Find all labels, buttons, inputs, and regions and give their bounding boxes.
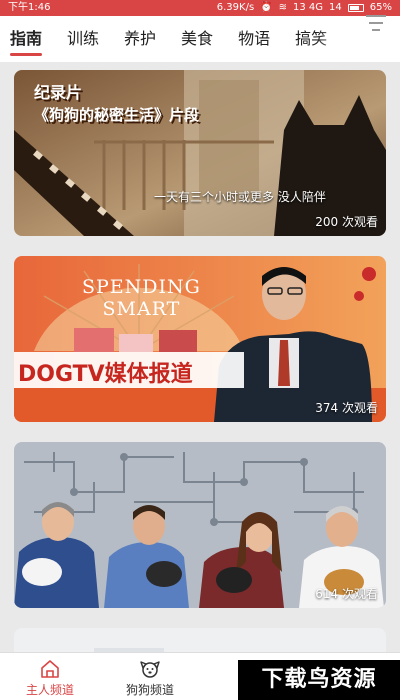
signal-strength: 14 bbox=[329, 2, 342, 13]
video-thumbnail-people-dogs bbox=[14, 442, 386, 608]
documentary-caption-line1: 纪录片 bbox=[34, 83, 83, 102]
dog-face-icon bbox=[140, 661, 160, 678]
tab-care[interactable]: 养护 bbox=[124, 16, 156, 62]
filter-menu-icon[interactable] bbox=[364, 12, 388, 34]
view-count: 374 次观看 bbox=[315, 401, 378, 415]
wifi-icon: ≋ bbox=[278, 2, 288, 13]
home-icon bbox=[41, 660, 59, 678]
tab-training[interactable]: 训练 bbox=[67, 16, 99, 62]
nav-label-dog: 狗狗频道 bbox=[125, 683, 174, 697]
video-card-people-dogs[interactable]: 614 次观看 bbox=[14, 442, 386, 608]
network-signal: 13 4G bbox=[293, 2, 324, 13]
alarm-icon: ⏰ bbox=[260, 2, 273, 13]
video-card-documentary[interactable]: 纪录片 《狗狗的秘密生活》片段 一天有三个小时或更多 没人陪伴 200 次观看 bbox=[14, 70, 386, 236]
spending-smart-banner: SPENDING SMART bbox=[82, 276, 201, 320]
view-count: 200 次观看 bbox=[315, 215, 378, 229]
video-subtitle: 一天有三个小时或更多 没人陪伴 bbox=[154, 190, 326, 204]
video-card-dogtv[interactable]: SPENDING SMART DOGTV媒体报道 374 次观看 bbox=[14, 256, 386, 422]
video-card-partial[interactable] bbox=[14, 628, 386, 652]
banner-line1: SPENDING bbox=[82, 276, 201, 298]
banner-line2: SMART bbox=[102, 298, 181, 320]
view-count: 614 次观看 bbox=[315, 587, 378, 601]
nav-dog-channel[interactable]: 狗狗频道 bbox=[100, 653, 200, 700]
watermark-overlay: 下载鸟资源 bbox=[238, 660, 400, 700]
documentary-caption-line2: 《狗狗的秘密生活》片段 bbox=[34, 106, 200, 124]
tab-stories[interactable]: 物语 bbox=[238, 16, 270, 62]
status-time: 下午1:46 bbox=[8, 2, 51, 13]
status-bar: 下午1:46 6.39K/s ⏰ ≋ 13 4G 14 65% bbox=[0, 0, 400, 16]
documentary-caption: 纪录片 《狗狗的秘密生活》片段 bbox=[34, 82, 199, 126]
program-title: DOGTV媒体报道 bbox=[18, 362, 193, 387]
nav-label-owner: 主人频道 bbox=[25, 683, 74, 697]
tab-guide[interactable]: 指南 bbox=[10, 16, 43, 62]
app-root: 下午1:46 6.39K/s ⏰ ≋ 13 4G 14 65% 指南 训练 养护… bbox=[0, 0, 400, 700]
nav-owner-channel[interactable]: 主人频道 bbox=[0, 653, 100, 700]
video-thumbnail-partial bbox=[14, 628, 386, 652]
tab-funny[interactable]: 搞笑 bbox=[295, 16, 327, 62]
network-speed: 6.39K/s bbox=[216, 2, 255, 13]
video-feed[interactable]: 纪录片 《狗狗的秘密生活》片段 一天有三个小时或更多 没人陪伴 200 次观看 bbox=[0, 62, 400, 652]
battery-icon bbox=[347, 4, 364, 12]
tab-food[interactable]: 美食 bbox=[181, 16, 213, 62]
category-tab-bar: 指南 训练 养护 美食 物语 搞笑 bbox=[0, 16, 400, 62]
